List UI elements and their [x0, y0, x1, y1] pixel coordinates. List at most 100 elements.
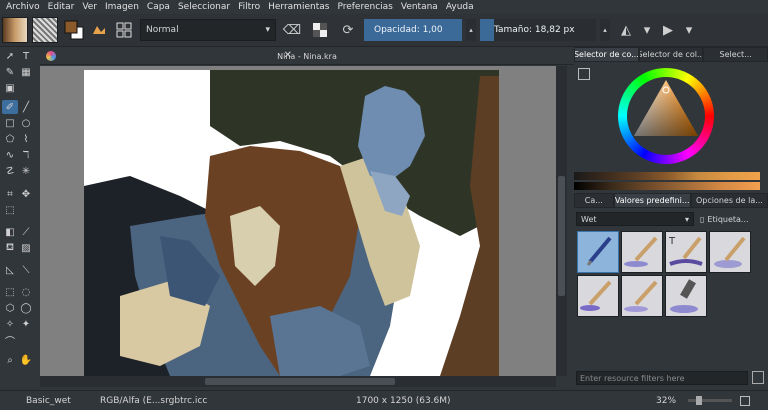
brush-preset-4[interactable]: [709, 231, 751, 273]
color-history-strip[interactable]: [574, 172, 760, 180]
transform-tool-icon[interactable]: ⬚: [2, 203, 18, 217]
brush-preset-2[interactable]: [621, 231, 663, 273]
reload-preset-icon[interactable]: ⟳: [336, 18, 360, 42]
right-docker: Selector de co... Selector de col... Sel…: [574, 47, 768, 387]
calligraphy-icon[interactable]: ▦: [18, 65, 34, 79]
color-selector-settings-icon[interactable]: [578, 68, 590, 80]
tag-select[interactable]: ▯ Etiqueta...: [700, 212, 766, 226]
size-stepper-icon[interactable]: ▴: [600, 19, 610, 41]
menu-capa[interactable]: Capa: [143, 2, 174, 12]
menu-imagen[interactable]: Imagen: [101, 2, 143, 12]
gradient-selector[interactable]: [2, 17, 28, 43]
zoom-level: 32%: [656, 395, 677, 406]
menu-archivo[interactable]: Archivo: [2, 2, 44, 12]
text-tool-icon[interactable]: T: [18, 49, 34, 63]
preset-group-value: Wet: [581, 214, 597, 224]
bezier-tool-icon[interactable]: ∿: [2, 148, 18, 162]
hue-ring[interactable]: [618, 68, 714, 164]
horizontal-scroll-thumb[interactable]: [205, 378, 395, 385]
contiguous-select-icon[interactable]: ✧: [2, 317, 18, 331]
rectangle-tool-icon[interactable]: □: [2, 116, 18, 130]
menu-herramientas[interactable]: Herramientas: [264, 2, 333, 12]
tab-color-selector-2[interactable]: Selector de col...: [638, 47, 704, 62]
tab-brush-presets[interactable]: Valores predefini...: [613, 193, 691, 208]
menu-ver[interactable]: Ver: [78, 2, 101, 12]
ellipse-select-icon[interactable]: ◌: [18, 285, 34, 299]
fill-bucket-icon[interactable]: ⛾: [2, 241, 18, 255]
mirror-dropdown-icon[interactable]: ▾: [642, 18, 652, 42]
opacity-stepper-icon[interactable]: ▴: [466, 19, 476, 41]
vertical-scroll-thumb[interactable]: [558, 176, 565, 296]
resource-filter-input[interactable]: Enter resource filters here: [576, 371, 748, 385]
line-tool-icon[interactable]: ╱: [18, 100, 34, 114]
save-filter-icon[interactable]: [752, 371, 764, 384]
polygon-select-icon[interactable]: ⬡: [2, 301, 18, 315]
play-arrow-icon[interactable]: ▶: [656, 18, 680, 42]
canvas-viewport[interactable]: [40, 66, 556, 376]
pattern-selector[interactable]: [32, 17, 58, 43]
opacity-slider[interactable]: Opacidad: 1,00: [364, 19, 462, 41]
brush-preset-5[interactable]: [577, 275, 619, 317]
polygon-tool-icon[interactable]: ⬠: [2, 132, 18, 146]
value-strip[interactable]: [574, 182, 760, 190]
freehand-path-icon[interactable]: ℸ: [18, 148, 34, 162]
color-selector-tabs: Selector de co... Selector de col... Sel…: [574, 47, 768, 62]
brush-preset-6[interactable]: [621, 275, 663, 317]
saturation-triangle[interactable]: [618, 68, 714, 164]
preset-group-select[interactable]: Wet ▾: [576, 212, 694, 226]
fullscreen-icon[interactable]: [740, 396, 750, 406]
zoom-slider[interactable]: [688, 396, 732, 405]
tab-tool-options[interactable]: Opciones de la...: [690, 193, 768, 208]
bezier-select-icon[interactable]: ⌒: [2, 333, 18, 348]
more-options-icon[interactable]: ▾: [684, 18, 694, 42]
menu-filtro[interactable]: Filtro: [234, 2, 264, 12]
tab-advanced-color-selector[interactable]: Selector de co...: [574, 47, 639, 62]
horizontal-scrollbar[interactable]: [40, 376, 556, 387]
gradient-fill-icon[interactable]: ◧: [2, 225, 18, 239]
menu-preferencias[interactable]: Preferencias: [333, 2, 396, 12]
mirror-horizontal-icon[interactable]: ◭: [614, 18, 638, 42]
brush-preset-7[interactable]: [665, 275, 707, 317]
crop-tool-icon[interactable]: ⌗: [2, 187, 18, 201]
zoom-tool-icon[interactable]: ⌕: [2, 353, 18, 367]
zoom-slider-thumb[interactable]: [696, 396, 702, 405]
freehand-brush-icon[interactable]: ✐: [2, 100, 18, 114]
assistant-tool-icon[interactable]: ⟍: [18, 263, 34, 277]
eraser-mode-icon[interactable]: ⌫: [280, 18, 304, 42]
smart-patch-icon[interactable]: ▨: [18, 241, 34, 255]
freehand-select-icon[interactable]: ◯: [18, 301, 34, 315]
color-picker-icon[interactable]: ⟋: [18, 225, 34, 239]
brush-presets-icon[interactable]: [112, 18, 136, 42]
workspace-icon[interactable]: [90, 18, 108, 42]
gradient-tool-icon[interactable]: ▣: [2, 81, 18, 95]
ellipse-tool-icon[interactable]: ○: [18, 116, 34, 130]
fg-bg-color-swatch[interactable]: [62, 18, 86, 42]
move-tool-icon[interactable]: ✥: [18, 187, 34, 201]
rect-select-icon[interactable]: ⬚: [2, 285, 18, 299]
menu-seleccionar[interactable]: Seleccionar: [174, 2, 234, 12]
tag-icon: ▯: [700, 214, 705, 224]
dynamic-brush-icon[interactable]: ☡: [2, 164, 18, 178]
select-shape-icon[interactable]: ➚: [2, 49, 18, 63]
brush-preset-3[interactable]: T: [665, 231, 707, 273]
document-tab[interactable]: Nina - Nina.kra ✕: [40, 48, 574, 65]
edit-shapes-icon[interactable]: ✎: [2, 65, 18, 79]
menu-ayuda[interactable]: Ayuda: [442, 2, 478, 12]
blend-mode-select[interactable]: Normal ▾: [140, 19, 276, 41]
tab-canvas[interactable]: Ca...: [574, 193, 614, 208]
polyline-tool-icon[interactable]: ⌇: [18, 132, 34, 146]
close-tab-icon[interactable]: ✕: [284, 50, 292, 61]
vertical-scrollbar[interactable]: [556, 66, 567, 376]
image-dimensions: 1700 x 1250 (63.6M): [356, 395, 451, 406]
similar-select-icon[interactable]: ✦: [18, 317, 34, 331]
tab-color-selector-3[interactable]: Select...: [703, 47, 768, 62]
measure-tool-icon[interactable]: ◺: [2, 263, 18, 277]
menu-ventana[interactable]: Ventana: [397, 2, 442, 12]
size-slider[interactable]: Tamaño: 18,82 px: [480, 19, 596, 41]
menu-editar[interactable]: Editar: [44, 2, 79, 12]
preserve-alpha-icon[interactable]: [308, 18, 332, 42]
artwork-painting[interactable]: [40, 66, 556, 376]
brush-preset-1[interactable]: [577, 231, 619, 273]
multibrush-icon[interactable]: ✳: [18, 164, 34, 178]
pan-tool-icon[interactable]: ✋: [18, 353, 34, 367]
